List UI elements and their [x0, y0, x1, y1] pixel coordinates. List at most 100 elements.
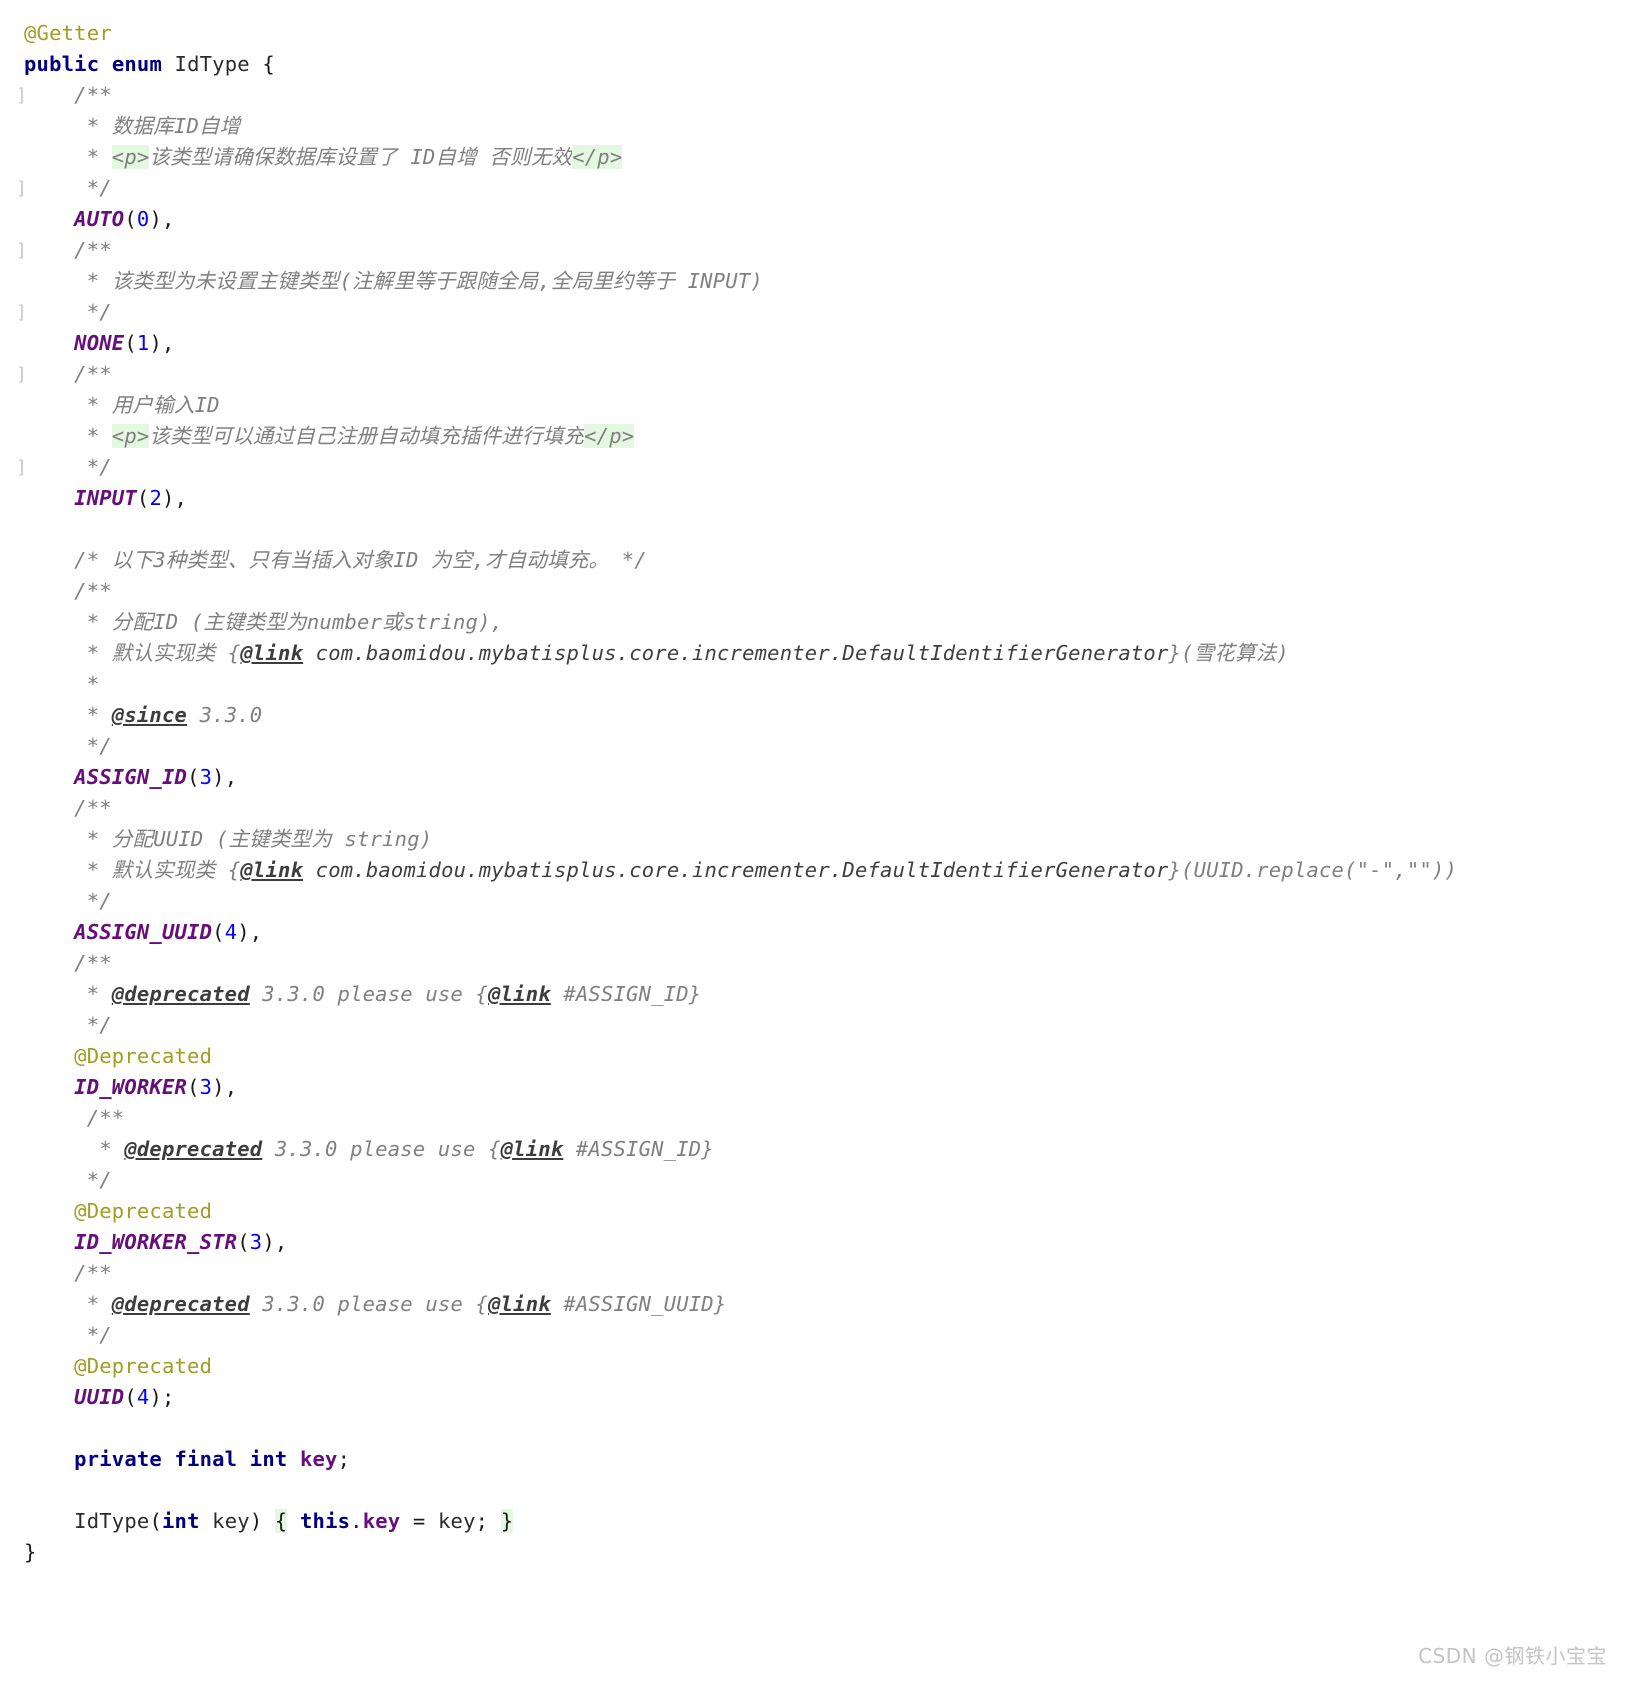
- code-line: /**: [0, 576, 1633, 607]
- code-line: /**: [0, 1103, 1633, 1134]
- code-token: ASSIGN_UUID: [74, 920, 213, 944]
- fold-marker-icon[interactable]: ]: [16, 80, 28, 111]
- code-line: NONE(1),: [0, 328, 1633, 359]
- code-token: }: [500, 1509, 514, 1533]
- code-line: ASSIGN_UUID(4),: [0, 917, 1633, 948]
- code-token: (: [212, 920, 225, 944]
- code-token: ID_WORKER_STR: [74, 1230, 238, 1254]
- code-token: */: [24, 300, 112, 324]
- code-token: {: [262, 52, 275, 76]
- code-line: public enum IdType {: [0, 49, 1633, 80]
- code-token: key: [212, 1509, 250, 1533]
- code-line: * 默认实现类 {@link com.baomidou.mybatisplus.…: [0, 638, 1633, 669]
- code-token: 分配UUID (主键类型为 string): [111, 827, 433, 851]
- code-line: /**: [0, 793, 1633, 824]
- code-token: @link: [240, 858, 304, 882]
- code-token: AUTO: [74, 207, 125, 231]
- code-line: @Deprecated: [0, 1041, 1633, 1072]
- code-token: (: [124, 1385, 137, 1409]
- code-token: </p>: [572, 145, 623, 169]
- code-token: @Deprecated: [74, 1199, 213, 1223]
- fold-marker-icon[interactable]: ]: [16, 235, 28, 266]
- code-line: private final int key;: [0, 1444, 1633, 1475]
- code-token: 4: [224, 920, 238, 944]
- code-line: [0, 1475, 1633, 1506]
- code-token: this: [300, 1509, 351, 1533]
- code-token: <p>: [111, 424, 150, 448]
- code-token: 该类型可以通过自己注册自动填充插件进行填充: [149, 424, 585, 448]
- fold-marker-icon[interactable]: ]: [16, 452, 28, 483]
- code-token: 该类型请确保数据库设置了 ID自增 否则无效: [149, 145, 573, 169]
- code-token: 默认实现类 {: [111, 858, 241, 882]
- code-token: @link: [488, 1292, 551, 1316]
- code-token: */: [24, 455, 112, 479]
- code-token: */: [24, 889, 112, 913]
- code-token: IdType: [174, 52, 250, 76]
- code-token: 3.3.0 please use {: [249, 982, 489, 1006]
- code-line: ID_WORKER(3),: [0, 1072, 1633, 1103]
- fold-marker-icon[interactable]: ]: [16, 359, 28, 390]
- code-token: #ASSIGN_UUID}: [550, 1292, 727, 1316]
- code-token: 分配ID (主键类型为number或string),: [111, 610, 504, 634]
- code-token: UUID: [74, 1385, 125, 1409]
- code-token: );: [149, 1385, 175, 1409]
- code-token: </p>: [584, 424, 635, 448]
- code-token: *: [24, 1292, 112, 1316]
- code-editor-content[interactable]: @Getter public enum IdType {] /** * 数据库ID…: [0, 0, 1633, 1568]
- code-token: *: [24, 145, 112, 169]
- code-token: ),: [237, 920, 263, 944]
- code-token: enum: [111, 52, 162, 76]
- code-token: final: [174, 1447, 238, 1471]
- code-token: *: [24, 703, 112, 727]
- code-token: 用户输入ID: [111, 393, 220, 417]
- code-line: * @deprecated 3.3.0 please use {@link #A…: [0, 1134, 1633, 1165]
- code-token: #ASSIGN_ID}: [563, 1137, 714, 1161]
- code-token: ),: [149, 207, 175, 231]
- code-token: ID_WORKER: [74, 1075, 188, 1099]
- code-token: (: [187, 1075, 200, 1099]
- code-line: ] */: [0, 297, 1633, 328]
- code-token: /**: [24, 1106, 125, 1130]
- code-token: /**: [74, 238, 112, 262]
- code-token: <p>: [111, 145, 150, 169]
- code-token: *: [24, 858, 112, 882]
- code-line: }: [0, 1537, 1633, 1568]
- fold-marker-icon[interactable]: ]: [16, 297, 28, 328]
- code-token: =: [400, 1509, 438, 1533]
- code-token: 该类型为未设置主键类型(注解里等于跟随全局,全局里约等于 INPUT): [111, 269, 763, 293]
- code-token: *: [24, 827, 112, 851]
- code-token: */: [24, 734, 112, 758]
- code-token: /**: [74, 362, 112, 386]
- code-token: @since: [111, 703, 188, 727]
- code-line: * @deprecated 3.3.0 please use {@link #A…: [0, 979, 1633, 1010]
- code-token: 0: [136, 207, 150, 231]
- code-token: (: [136, 486, 150, 510]
- code-token: @deprecated: [124, 1137, 263, 1161]
- code-token: @deprecated: [111, 1292, 250, 1316]
- code-line: * 该类型为未设置主键类型(注解里等于跟随全局,全局里约等于 INPUT): [0, 266, 1633, 297]
- code-token: */: [24, 176, 112, 200]
- code-token: private: [74, 1447, 162, 1471]
- csdn-watermark: CSDN @钢铁小宝宝: [1418, 1644, 1607, 1668]
- fold-marker-icon[interactable]: ]: [16, 173, 28, 204]
- code-token: ;: [337, 1447, 351, 1471]
- code-line: INPUT(2),: [0, 483, 1633, 514]
- code-line: ] /**: [0, 359, 1633, 390]
- code-line: * 分配UUID (主键类型为 string): [0, 824, 1633, 855]
- code-token: 3.3.0 please use {: [262, 1137, 501, 1161]
- code-token: 4: [136, 1385, 150, 1409]
